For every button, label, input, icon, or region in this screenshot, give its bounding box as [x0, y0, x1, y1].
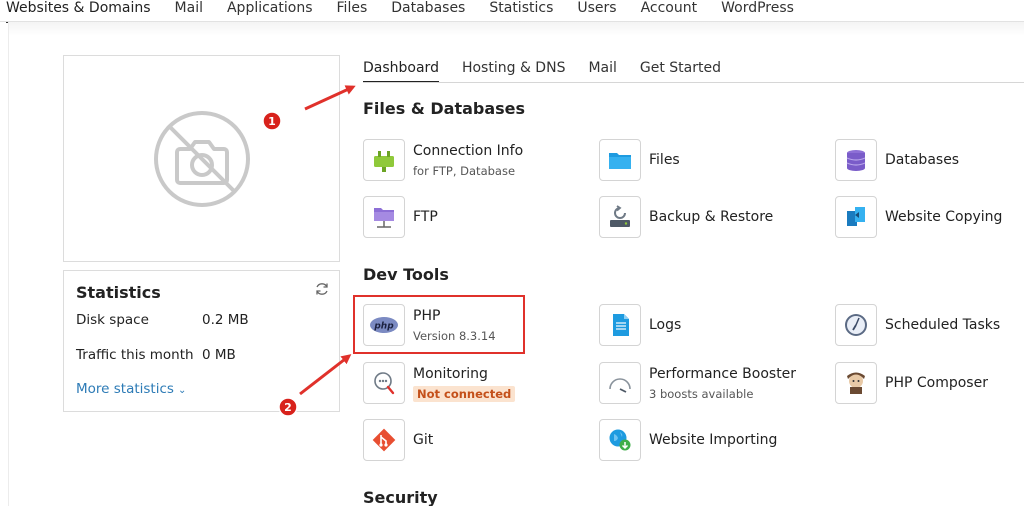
tab-get-started[interactable]: Get Started	[640, 59, 721, 83]
statistics-title: Statistics	[76, 283, 161, 302]
tool-performance-booster[interactable]: Performance Booster 3 boosts available	[599, 361, 796, 405]
nav-mail[interactable]: Mail	[175, 0, 203, 21]
logs-label: Logs	[649, 317, 682, 333]
performance-booster-tile	[599, 362, 641, 404]
nav-files[interactable]: Files	[337, 0, 368, 21]
ftp-label: FTP	[413, 209, 438, 225]
performance-booster-label: Performance Booster	[649, 365, 797, 382]
git-tile	[363, 419, 405, 461]
content-top-shade	[9, 22, 1024, 36]
performance-booster-sub: 3 boosts available	[649, 386, 754, 401]
tool-php-composer[interactable]: PHP Composer	[835, 361, 988, 405]
not-connected-badge: Not connected	[413, 385, 516, 402]
monitoring-tile	[363, 362, 405, 404]
logs-tile	[599, 304, 641, 346]
top-navigation: Websites & Domains Mail Applications Fil…	[0, 0, 1024, 23]
chevron-down-icon: ⌄	[177, 385, 187, 396]
composer-icon	[847, 372, 865, 394]
tool-databases[interactable]: Databases	[835, 138, 959, 182]
nav-websites-domains[interactable]: Websites & Domains	[6, 0, 151, 23]
nav-users[interactable]: Users	[577, 0, 616, 21]
php-composer-tile	[835, 362, 877, 404]
website-copying-tile	[835, 196, 877, 238]
log-document-icon	[613, 314, 629, 336]
refresh-icon[interactable]	[314, 281, 330, 297]
nav-statistics[interactable]: Statistics	[489, 0, 553, 21]
no-camera-icon	[154, 111, 250, 207]
website-importing-label: Website Importing	[649, 432, 778, 448]
traffic-value: 0 MB	[202, 347, 236, 363]
git-icon	[372, 428, 396, 452]
database-icon	[846, 150, 866, 171]
tool-files[interactable]: Files	[599, 138, 680, 182]
globe-import-icon	[609, 429, 631, 451]
tool-connection-info[interactable]: Connection Info for FTP, Database	[363, 138, 523, 182]
php-highlight-box	[353, 295, 525, 354]
more-statistics-link[interactable]: More statistics ⌄	[76, 381, 186, 397]
speedometer-icon	[609, 378, 631, 393]
backup-drive-icon	[610, 205, 630, 227]
copy-pages-icon	[847, 207, 865, 226]
content-left-border	[8, 22, 9, 506]
backup-restore-tile	[599, 196, 641, 238]
tab-hosting-dns[interactable]: Hosting & DNS	[462, 59, 565, 83]
scheduled-tasks-tile	[835, 304, 877, 346]
ftp-folder-icon	[374, 208, 394, 228]
files-label: Files	[649, 152, 680, 168]
monitoring-label: Monitoring	[413, 365, 488, 382]
connection-info-sub: for FTP, Database	[413, 163, 516, 178]
tool-git[interactable]: Git	[363, 418, 433, 462]
more-statistics-label: More statistics	[76, 381, 174, 397]
scheduled-tasks-label: Scheduled Tasks	[885, 317, 1001, 333]
php-composer-label: PHP Composer	[885, 375, 988, 391]
nav-account[interactable]: Account	[641, 0, 698, 21]
statistics-card: Statistics Disk space 0.2 MB Traffic thi…	[63, 270, 340, 412]
backup-restore-label: Backup & Restore	[649, 209, 774, 225]
website-copying-label: Website Copying	[885, 209, 1003, 225]
nav-databases[interactable]: Databases	[391, 0, 465, 21]
nav-wordpress[interactable]: WordPress	[721, 0, 794, 21]
databases-label: Databases	[885, 152, 960, 168]
section-security: Security	[363, 488, 438, 506]
traffic-label: Traffic this month	[76, 347, 194, 363]
connection-info-tile	[363, 139, 405, 181]
domain-tabs: Dashboard Hosting & DNS Mail Get Started	[363, 59, 744, 83]
website-preview-card	[63, 55, 340, 262]
section-files-databases: Files & Databases	[363, 99, 526, 118]
git-label: Git	[413, 432, 434, 448]
ftp-tile	[363, 196, 405, 238]
tool-monitoring[interactable]: Monitoring Not connected	[363, 361, 516, 405]
section-dev-tools: Dev Tools	[363, 265, 449, 284]
tool-website-copying[interactable]: Website Copying	[835, 195, 1002, 239]
tab-dashboard[interactable]: Dashboard	[363, 59, 439, 83]
nav-applications[interactable]: Applications	[227, 0, 313, 21]
tool-website-importing[interactable]: Website Importing	[599, 418, 777, 462]
clock-icon	[845, 314, 867, 336]
website-importing-tile	[599, 419, 641, 461]
disk-space-value: 0.2 MB	[202, 312, 249, 328]
databases-tile	[835, 139, 877, 181]
connection-info-label: Connection Info	[413, 142, 524, 159]
plug-icon	[374, 151, 394, 172]
monitoring-icon	[374, 372, 395, 395]
tool-scheduled-tasks[interactable]: Scheduled Tasks	[835, 303, 1000, 347]
disk-space-label: Disk space	[76, 312, 149, 328]
files-tile	[599, 139, 641, 181]
tool-ftp[interactable]: FTP	[363, 195, 438, 239]
folder-icon	[609, 153, 631, 169]
tool-backup-restore[interactable]: Backup & Restore	[599, 195, 773, 239]
tool-logs[interactable]: Logs	[599, 303, 681, 347]
tabs-divider	[363, 82, 1024, 83]
tab-mail[interactable]: Mail	[588, 59, 616, 83]
